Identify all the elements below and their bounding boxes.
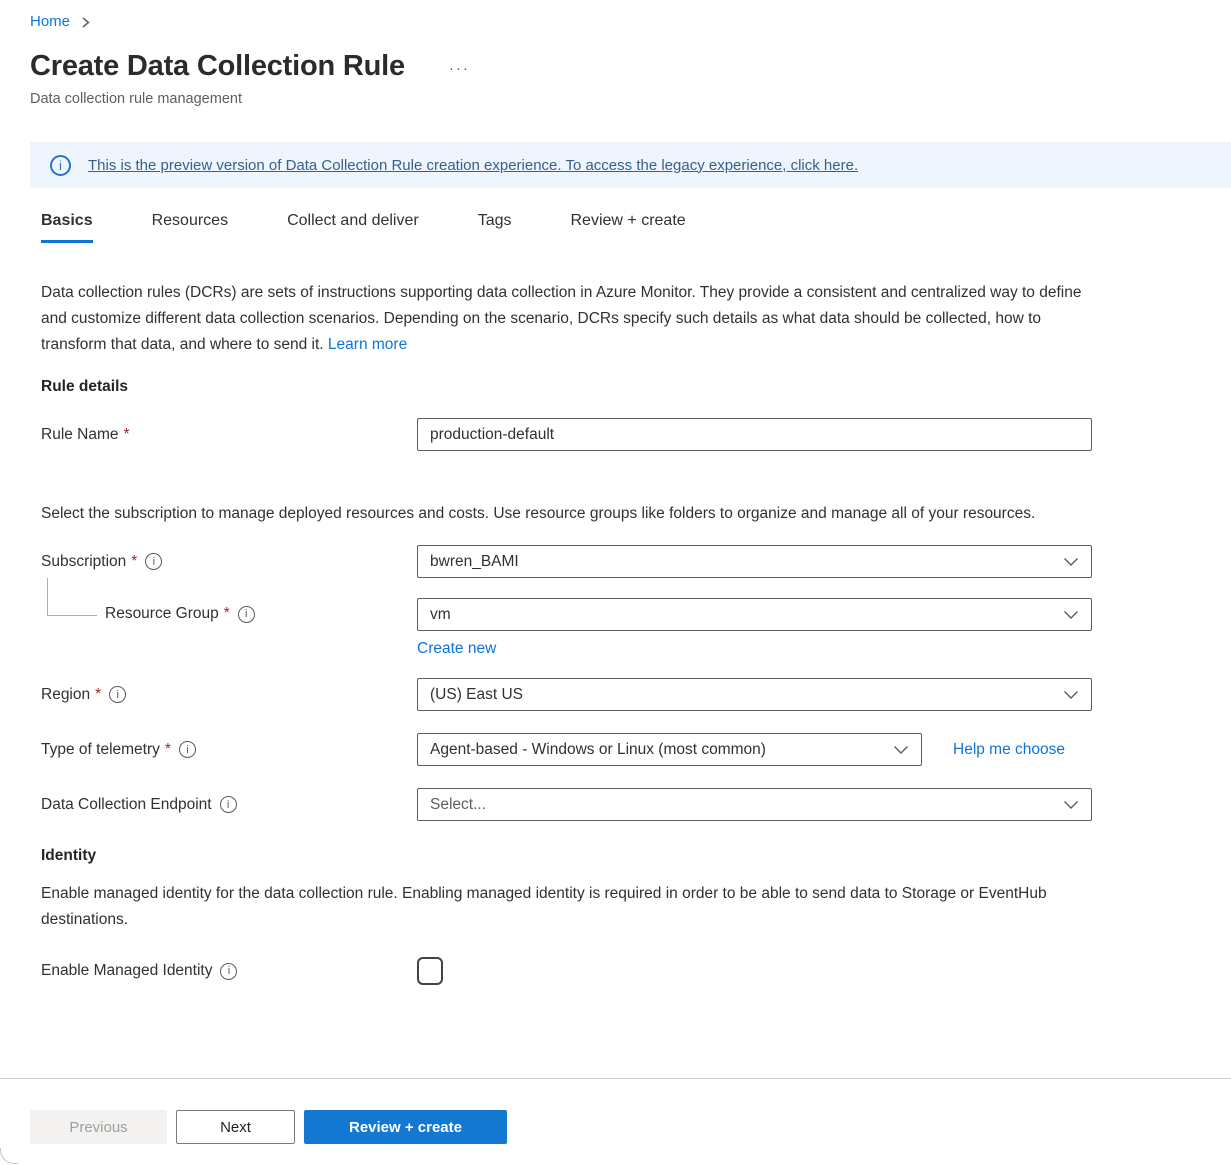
footer-buttons: Previous Next Review + create: [0, 1079, 1231, 1144]
rule-name-label: Rule Name *: [41, 426, 417, 444]
more-icon[interactable]: ···: [449, 60, 470, 77]
info-icon[interactable]: i: [109, 686, 126, 703]
rule-name-row: Rule Name *: [41, 418, 1231, 451]
preview-banner: i This is the preview version of Data Co…: [30, 142, 1231, 188]
managed-identity-row: Enable Managed Identity i: [41, 957, 1231, 985]
next-button[interactable]: Next: [176, 1110, 295, 1144]
subscription-label: Subscription * i: [41, 553, 417, 571]
managed-identity-checkbox[interactable]: [417, 957, 443, 985]
chevron-down-icon: [893, 745, 909, 755]
rule-name-input[interactable]: [417, 418, 1092, 451]
previous-button[interactable]: Previous: [30, 1110, 167, 1144]
learn-more-link[interactable]: Learn more: [328, 336, 407, 353]
resource-group-select[interactable]: vm: [417, 598, 1092, 631]
info-icon[interactable]: i: [220, 963, 237, 980]
intro-text: Data collection rules (DCRs) are sets of…: [41, 284, 1081, 353]
dce-row: Data Collection Endpoint i Select...: [41, 788, 1231, 821]
tab-collect-and-deliver[interactable]: Collect and deliver: [287, 198, 419, 243]
page-subtitle: Data collection rule management: [30, 91, 1231, 107]
region-value: (US) East US: [430, 686, 523, 704]
telemetry-label: Type of telemetry * i: [41, 741, 417, 759]
chevron-down-icon: [1063, 557, 1079, 567]
required-marker: *: [124, 426, 130, 444]
identity-help-text: Enable managed identity for the data col…: [41, 881, 1086, 933]
subscription-row: Subscription * i bwren_BAMI: [41, 545, 1231, 578]
chevron-right-icon: [80, 16, 91, 29]
review-create-button[interactable]: Review + create: [304, 1110, 507, 1144]
page-title: Create Data Collection Rule: [30, 50, 405, 83]
required-marker: *: [131, 553, 137, 571]
breadcrumb-home-link[interactable]: Home: [30, 13, 70, 30]
identity-heading: Identity: [41, 847, 1231, 865]
tab-basics[interactable]: Basics: [41, 198, 93, 243]
resource-group-value: vm: [430, 606, 451, 624]
info-icon[interactable]: i: [238, 606, 255, 623]
tab-resources[interactable]: Resources: [152, 198, 228, 243]
info-icon: i: [50, 155, 71, 176]
required-marker: *: [165, 741, 171, 759]
info-icon[interactable]: i: [220, 796, 237, 813]
breadcrumb: Home: [0, 0, 1231, 30]
info-icon[interactable]: i: [145, 553, 162, 570]
region-select[interactable]: (US) East US: [417, 678, 1092, 711]
telemetry-value: Agent-based - Windows or Linux (most com…: [430, 741, 766, 759]
create-dcr-page: Home Create Data Collection Rule ··· Dat…: [0, 0, 1231, 1165]
resource-group-control: vm Create new: [417, 598, 1092, 658]
tab-review-create[interactable]: Review + create: [571, 198, 686, 243]
subscription-value: bwren_BAMI: [430, 553, 519, 571]
help-me-choose-link[interactable]: Help me choose: [953, 741, 1065, 759]
dce-label: Data Collection Endpoint i: [41, 796, 417, 814]
subscription-help-text: Select the subscription to manage deploy…: [41, 501, 1041, 527]
subscription-select[interactable]: bwren_BAMI: [417, 545, 1092, 578]
required-marker: *: [95, 686, 101, 704]
chevron-down-icon: [1063, 610, 1079, 620]
tab-bar: Basics Resources Collect and deliver Tag…: [0, 198, 1231, 243]
telemetry-row: Type of telemetry * i Agent-based - Wind…: [41, 733, 1231, 766]
create-new-link[interactable]: Create new: [417, 640, 496, 658]
info-icon[interactable]: i: [179, 741, 196, 758]
telemetry-select[interactable]: Agent-based - Windows or Linux (most com…: [417, 733, 922, 766]
region-label: Region * i: [41, 686, 417, 704]
dce-placeholder: Select...: [430, 796, 486, 814]
dce-select[interactable]: Select...: [417, 788, 1092, 821]
indent-connector-line: [47, 578, 97, 616]
basics-tab-content: Data collection rules (DCRs) are sets of…: [0, 280, 1231, 985]
chevron-down-icon: [1063, 800, 1079, 810]
footer-bar: Previous Next Review + create: [0, 1078, 1231, 1165]
tab-tags[interactable]: Tags: [478, 198, 512, 243]
region-row: Region * i (US) East US: [41, 678, 1231, 711]
resource-group-row: Resource Group * i vm Create new: [41, 598, 1231, 658]
preview-banner-link[interactable]: This is the preview version of Data Coll…: [88, 157, 858, 174]
rule-details-heading: Rule details: [41, 378, 1231, 396]
managed-identity-label: Enable Managed Identity i: [41, 962, 417, 980]
chevron-down-icon: [1063, 690, 1079, 700]
header: Create Data Collection Rule ···: [30, 50, 1231, 83]
page-corner-decoration: [0, 1148, 18, 1164]
resource-group-label: Resource Group * i: [41, 605, 417, 623]
required-marker: *: [224, 605, 230, 623]
intro-paragraph: Data collection rules (DCRs) are sets of…: [41, 280, 1096, 358]
